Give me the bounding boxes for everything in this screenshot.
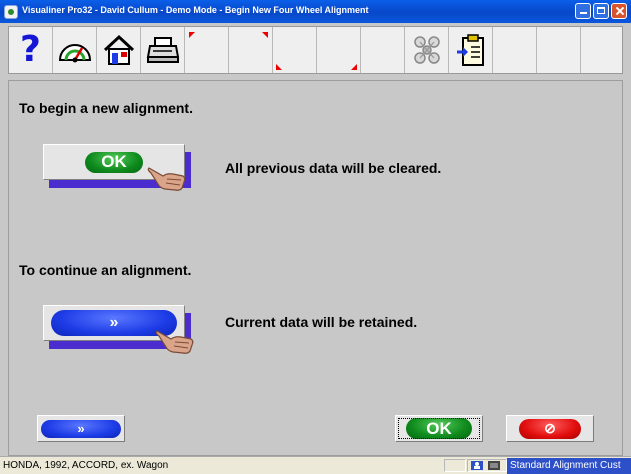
help-question-icon: ? bbox=[20, 29, 41, 70]
status-pane bbox=[444, 459, 466, 472]
help-button[interactable]: ? bbox=[9, 27, 53, 73]
status-bar: HONDA, 1992, ACCORD, ex. Wagon Standard … bbox=[0, 456, 631, 474]
window-title: Visualiner Pro32 - David Cullum - Demo M… bbox=[22, 5, 369, 15]
gauge-button[interactable] bbox=[53, 27, 97, 73]
vehicle-info: HONDA, 1992, ACCORD, ex. Wagon bbox=[3, 460, 169, 471]
next-pill: » bbox=[41, 419, 121, 438]
continue-alignment-button[interactable]: » bbox=[43, 305, 194, 354]
minimize-button[interactable] bbox=[575, 3, 591, 19]
printer-icon bbox=[146, 37, 179, 63]
cancel-icon: ⊘ bbox=[519, 418, 581, 439]
toolbar-slot-6[interactable] bbox=[493, 27, 537, 73]
status-pane bbox=[467, 459, 507, 472]
pointing-hand-icon bbox=[155, 330, 194, 354]
close-button[interactable] bbox=[611, 3, 627, 19]
toolbar-slot-1[interactable] bbox=[185, 27, 229, 73]
ok-pill: OK bbox=[406, 418, 472, 439]
main-panel: To begin a new alignment. OK All previou… bbox=[8, 80, 623, 456]
begin-new-alignment-button[interactable]: OK bbox=[43, 144, 191, 191]
alignment-mode: Standard Alignment Cust bbox=[507, 458, 631, 474]
user-camera-icon bbox=[471, 461, 500, 470]
vehicle-dna-button[interactable] bbox=[405, 27, 449, 73]
next-button[interactable]: » bbox=[37, 415, 125, 442]
corner-marker-icon bbox=[189, 32, 195, 38]
title-bar: Visualiner Pro32 - David Cullum - Demo M… bbox=[0, 0, 631, 23]
toolbar-slot-2[interactable] bbox=[229, 27, 273, 73]
begin-note: All previous data will be cleared. bbox=[225, 160, 442, 176]
window-controls bbox=[575, 3, 627, 19]
toolbar-slot-5[interactable] bbox=[361, 27, 405, 73]
toolbar-slot-7[interactable] bbox=[537, 27, 581, 73]
cancel-button[interactable]: ⊘ bbox=[506, 415, 594, 442]
corner-marker-icon bbox=[276, 64, 282, 70]
gauge-icon bbox=[58, 44, 91, 63]
ok-button[interactable]: OK bbox=[395, 415, 483, 442]
ok-pill: OK bbox=[85, 151, 143, 173]
pointing-hand-icon bbox=[147, 167, 186, 191]
print-button[interactable] bbox=[141, 27, 185, 73]
import-clipboard-button[interactable] bbox=[449, 27, 493, 73]
home-icon bbox=[103, 34, 134, 65]
toolbar-slot-4[interactable] bbox=[317, 27, 361, 73]
toolbar-slot-3[interactable] bbox=[273, 27, 317, 73]
home-button[interactable] bbox=[97, 27, 141, 73]
clipboard-import-icon bbox=[456, 34, 484, 66]
corner-marker-icon bbox=[351, 64, 357, 70]
corner-marker-icon bbox=[262, 32, 268, 38]
vehicle-dna-icon bbox=[413, 36, 440, 64]
toolbar: ? bbox=[8, 26, 623, 74]
maximize-button[interactable] bbox=[593, 3, 609, 19]
continue-note: Current data will be retained. bbox=[225, 314, 418, 330]
continue-heading: To continue an alignment. bbox=[19, 262, 192, 278]
app-icon bbox=[4, 5, 18, 19]
begin-heading: To begin a new alignment. bbox=[19, 100, 193, 116]
